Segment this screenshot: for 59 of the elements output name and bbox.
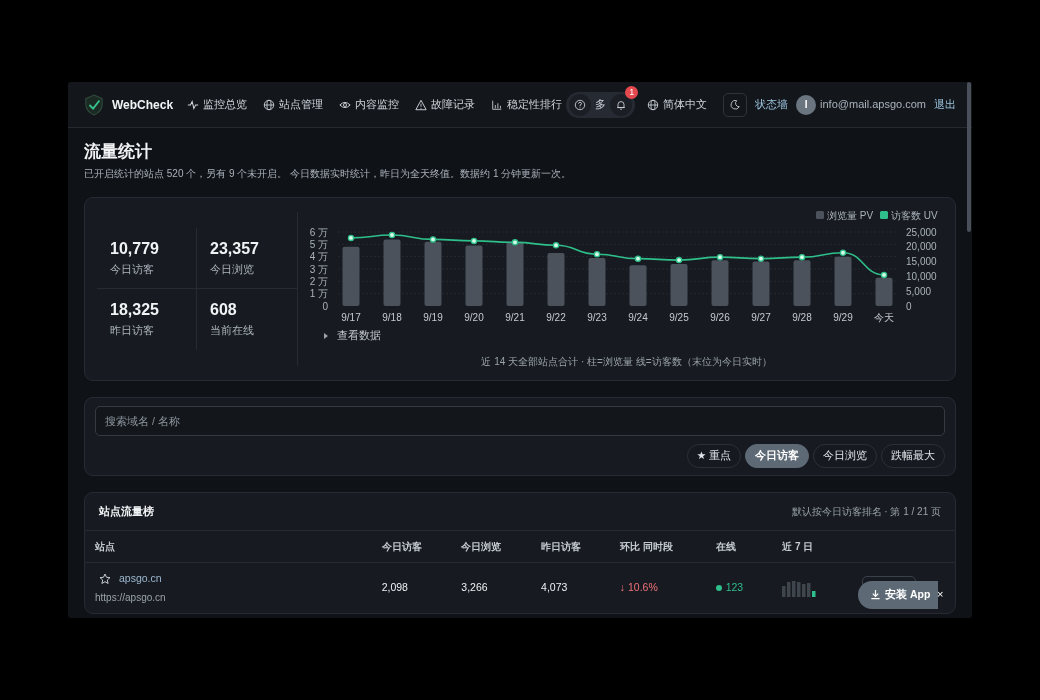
column-header: 昨日访客	[531, 530, 610, 563]
axis-tick-label: 9/29	[833, 312, 853, 324]
axis-tick-label: 9/23	[587, 312, 607, 324]
change-value: ↓ 10.6%	[619, 581, 658, 594]
axis-tick-label: 9/17	[341, 312, 361, 324]
user-avatar: I	[796, 94, 817, 115]
column-header: 在线	[705, 530, 773, 563]
online-count: 123	[725, 580, 744, 596]
stat-label: 当前在线	[210, 322, 255, 338]
axis-tick-label: 4 万	[309, 251, 328, 263]
notification-badge: 1	[625, 85, 639, 99]
brand-name: WebCheck	[112, 96, 174, 114]
column-header: 环比 同时段	[609, 530, 706, 563]
axis-tick-label: 9/24	[628, 312, 648, 324]
axis-tick-label: 9/22	[546, 312, 566, 324]
axis-tick-label: 9/21	[505, 312, 525, 324]
axis-tick-label: 5 万	[309, 239, 328, 251]
axis-tick-label: 9/20	[464, 312, 484, 324]
axis-tick-label: 9/18	[382, 312, 402, 324]
stat-label: 今日浏览	[210, 261, 255, 277]
axis-tick-label: 0	[906, 300, 912, 312]
table-cell: 3,266	[451, 562, 532, 614]
stat-value: 608	[210, 300, 238, 320]
column-header: 近 7 日	[772, 530, 852, 563]
axis-tick-label: 20,000	[906, 241, 937, 253]
axis-tick-label: 0	[322, 300, 328, 312]
axis-tick-label: 9/27	[751, 312, 771, 324]
stat-label: 今日访客	[110, 261, 155, 277]
table-cell: 2,098	[371, 562, 452, 614]
table-title: 站点流量榜	[99, 504, 154, 520]
user-email: info@mail.apsgo.com	[820, 97, 926, 113]
axis-tick-label: 5,000	[906, 286, 932, 298]
table-note: 默认按今日访客排名 · 第 1 / 21 页	[791, 504, 941, 519]
axis-tick-label: 3 万	[309, 263, 328, 275]
axis-tick-label: 1 万	[309, 288, 328, 300]
axis-tick-label: 10,000	[906, 271, 937, 283]
legend-label: 浏览量 PV	[827, 210, 874, 222]
axis-tick-label: 6 万	[309, 226, 328, 238]
axis-tick-label: 25,000	[906, 226, 937, 238]
table-cell: 4,073	[531, 562, 610, 614]
column-header: 今日访客	[371, 530, 452, 563]
site-url: https://apsgo.cn	[95, 591, 167, 606]
page-title: 流量统计	[84, 142, 153, 163]
axis-tick-label: 15,000	[906, 256, 937, 268]
stat-value: 10,779	[110, 239, 160, 259]
axis-tick-label: 9/25	[669, 312, 689, 324]
legend-label: 访客数 UV	[891, 210, 938, 222]
axis-tick-label: 9/19	[423, 312, 443, 324]
stat-value: 23,357	[210, 239, 260, 259]
stat-value: 18,325	[110, 300, 160, 320]
column-header: 站点	[85, 530, 372, 563]
axis-tick-label: 2 万	[309, 276, 328, 288]
column-header: 今日浏览	[451, 530, 532, 563]
axis-tick-label: 9/26	[710, 312, 730, 324]
page-subtitle: 已开启统计的站点 520 个，另有 9 个未开启。 今日数据实时统计，昨日为全天终值。数据约 1 分钟更新一次。	[84, 167, 573, 182]
chart-caption: 近 14 天全部站点合计 · 柱=浏览量 线=访客数（末位为今日实时）	[480, 355, 773, 370]
axis-tick-label: 今天	[874, 312, 894, 324]
stat-label: 昨日访客	[110, 322, 155, 338]
axis-tick-label: 9/28	[792, 312, 812, 324]
